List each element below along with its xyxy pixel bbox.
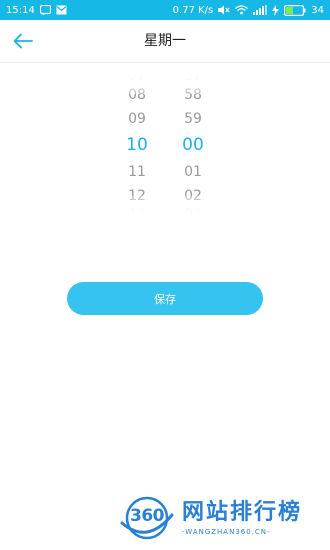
wheel-fade-top	[171, 72, 215, 94]
minute-wheel[interactable]: 57585900010203	[171, 72, 215, 218]
watermark-logo: 360	[118, 493, 176, 543]
chat-bubble-icon	[39, 4, 51, 16]
wheel-fade-bottom	[171, 196, 215, 218]
minute-selected[interactable]: 00	[171, 135, 215, 155]
minute-option[interactable]: 01	[171, 162, 215, 182]
mail-icon	[56, 5, 67, 15]
hour-option[interactable]: 09	[115, 109, 159, 129]
save-button[interactable]: 保存	[67, 282, 263, 315]
battery-icon	[284, 4, 306, 16]
signal-icon	[253, 5, 268, 15]
watermark-en: -WANGZHAN360.CN-	[182, 528, 271, 536]
watermark-logo-text: 360	[130, 506, 165, 526]
hour-selected[interactable]: 10	[115, 135, 159, 155]
mute-icon	[218, 5, 230, 15]
watermark-text: 网站排行榜 -WANGZHAN360.CN-	[182, 499, 302, 537]
wheel-fade-bottom	[115, 196, 159, 218]
charging-icon	[272, 4, 280, 16]
status-bar-left: 15:14	[6, 4, 67, 16]
status-time: 15:14	[6, 4, 35, 16]
hour-option[interactable]: 11	[115, 162, 159, 182]
time-picker: 07080910111213 57585900010203	[115, 72, 215, 218]
battery-level: 34	[311, 4, 324, 16]
network-speed: 0.77 K/s	[172, 4, 214, 16]
wifi-icon	[235, 5, 249, 15]
page-title: 星期一	[144, 33, 186, 49]
minute-option[interactable]: 59	[171, 109, 215, 129]
hour-wheel[interactable]: 07080910111213	[115, 72, 159, 218]
wheel-fade-top	[115, 72, 159, 94]
status-bar: 15:14 0.77 K/s 34	[0, 0, 330, 20]
title-bar: 星期一	[0, 20, 330, 63]
back-arrow-icon	[13, 33, 33, 49]
watermark-cn: 网站排行榜	[182, 500, 303, 525]
watermark: 360 网站排行榜 -WANGZHAN360.CN-	[118, 490, 328, 546]
back-button[interactable]	[8, 26, 38, 56]
status-bar-right: 0.77 K/s 34	[172, 4, 324, 16]
